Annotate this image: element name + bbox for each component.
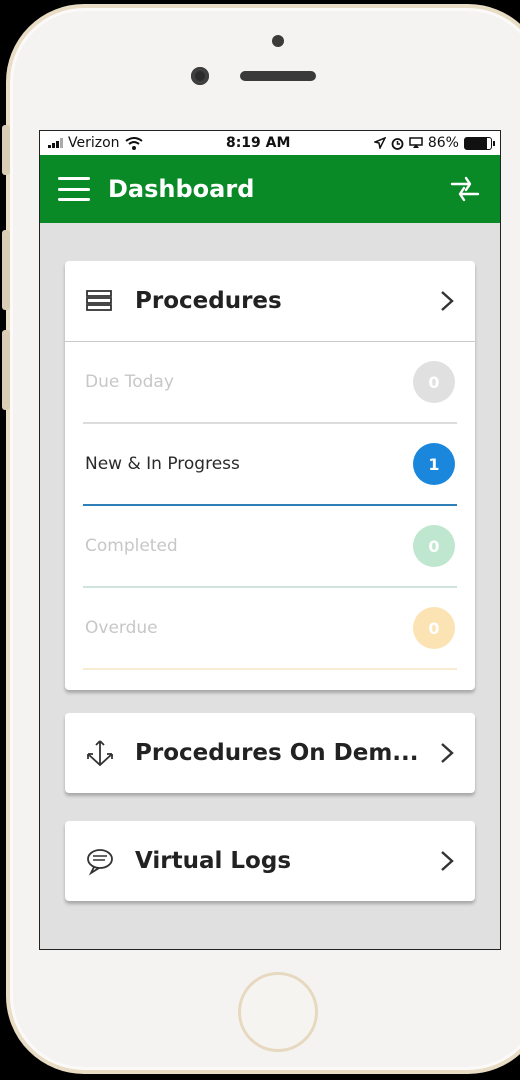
earpiece-speaker	[240, 71, 316, 81]
swap-arrows-icon[interactable]	[448, 174, 482, 204]
carrier-name: Verizon	[68, 135, 120, 151]
status-time: 8:19 AM	[225, 135, 291, 151]
alarm-icon	[391, 137, 404, 150]
count-badge: 0	[413, 361, 455, 403]
status-row-completed[interactable]: Completed 0	[83, 506, 457, 588]
app-screen: Verizon 8:19 AM 86% Dashboard Procedures…	[39, 130, 501, 950]
virtual-logs-card[interactable]: Virtual Logs	[65, 821, 475, 901]
count-badge: 0	[413, 525, 455, 567]
hamburger-menu-icon[interactable]	[58, 177, 90, 201]
virtual-logs-title: Virtual Logs	[135, 848, 292, 874]
procedures-card: Procedures Due Today 0 New & In Progress…	[65, 261, 475, 690]
status-label: Overdue	[85, 618, 158, 638]
page-title: Dashboard	[108, 175, 255, 203]
count-badge: 1	[413, 443, 455, 485]
battery-icon	[463, 136, 495, 150]
procedures-title: Procedures	[135, 288, 282, 314]
procedures-on-demand-card[interactable]: Procedures On Dem...	[65, 713, 475, 793]
silent-switch	[2, 125, 10, 175]
location-arrow-icon	[373, 137, 386, 149]
volume-down-button	[2, 330, 10, 410]
status-label: Completed	[85, 536, 178, 556]
signal-icon	[48, 138, 63, 148]
on-demand-title: Procedures On Dem...	[135, 740, 419, 766]
airplay-icon	[409, 137, 423, 148]
wifi-icon	[124, 136, 143, 150]
status-bar: Verizon 8:19 AM 86%	[40, 131, 500, 155]
status-row-due-today[interactable]: Due Today 0	[83, 342, 457, 424]
stacked-list-icon	[86, 290, 112, 311]
chat-bubble-icon	[87, 849, 113, 876]
procedures-header[interactable]: Procedures	[65, 261, 475, 341]
home-button[interactable]	[238, 972, 318, 1052]
front-camera	[191, 67, 209, 85]
count-badge: 0	[413, 607, 455, 649]
status-label: New & In Progress	[85, 454, 240, 474]
chevron-right-icon	[441, 743, 454, 763]
procedures-status-list: Due Today 0 New & In Progress 1 Complete…	[65, 341, 475, 690]
top-app-bar: Dashboard	[40, 155, 500, 223]
volume-up-button	[2, 230, 10, 310]
battery-percent: 86%	[427, 135, 459, 151]
status-label: Due Today	[85, 372, 174, 392]
chevron-right-icon	[441, 851, 454, 871]
status-row-new-in-progress[interactable]: New & In Progress 1	[83, 424, 457, 506]
on-demand-header[interactable]: Procedures On Dem...	[65, 713, 475, 793]
chevron-right-icon	[441, 291, 454, 311]
camera-dot	[272, 35, 284, 47]
virtual-logs-header[interactable]: Virtual Logs	[65, 821, 475, 901]
anchor-arrows-icon	[87, 740, 113, 767]
status-row-overdue[interactable]: Overdue 0	[83, 588, 457, 670]
